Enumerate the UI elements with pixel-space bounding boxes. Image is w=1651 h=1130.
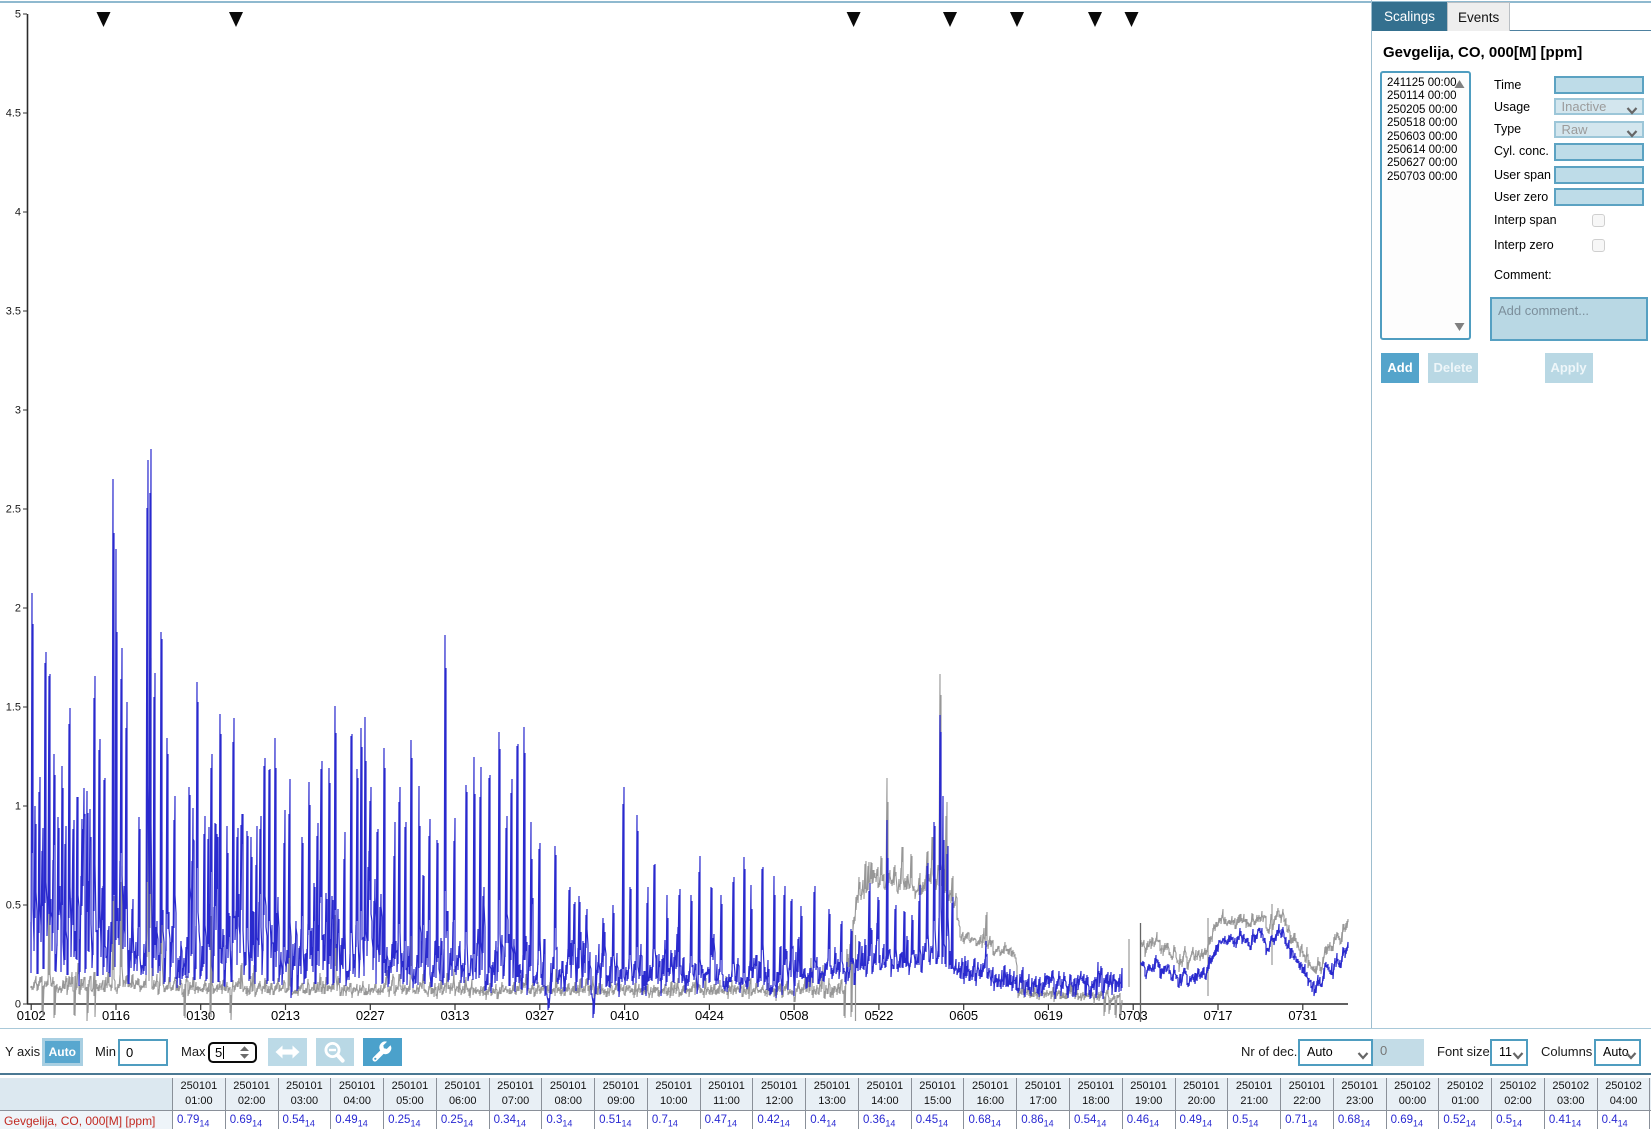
svg-text:0717: 0717 (1204, 1008, 1233, 1023)
svg-text:3: 3 (15, 405, 21, 417)
svg-text:0102: 0102 (17, 1008, 46, 1023)
svg-text:5: 5 (15, 9, 21, 21)
svg-text:0605: 0605 (949, 1008, 978, 1023)
svg-text:0227: 0227 (356, 1008, 385, 1023)
svg-text:4.5: 4.5 (6, 108, 21, 120)
svg-text:2.5: 2.5 (6, 504, 21, 516)
svg-text:3.5: 3.5 (6, 306, 21, 318)
svg-text:0213: 0213 (271, 1008, 300, 1023)
svg-text:1: 1 (15, 801, 21, 813)
svg-text:2: 2 (15, 603, 21, 615)
svg-text:0522: 0522 (864, 1008, 893, 1023)
svg-text:0313: 0313 (441, 1008, 470, 1023)
svg-text:4: 4 (15, 207, 21, 219)
svg-text:0.5: 0.5 (6, 900, 21, 912)
svg-text:0116: 0116 (102, 1008, 130, 1023)
svg-text:0327: 0327 (525, 1008, 554, 1023)
svg-text:0410: 0410 (610, 1008, 639, 1023)
svg-text:0703: 0703 (1119, 1008, 1148, 1023)
svg-text:1.5: 1.5 (6, 702, 21, 714)
svg-text:0508: 0508 (780, 1008, 809, 1023)
svg-text:0619: 0619 (1034, 1008, 1063, 1023)
svg-text:0731: 0731 (1288, 1008, 1317, 1023)
svg-text:0424: 0424 (695, 1008, 724, 1023)
